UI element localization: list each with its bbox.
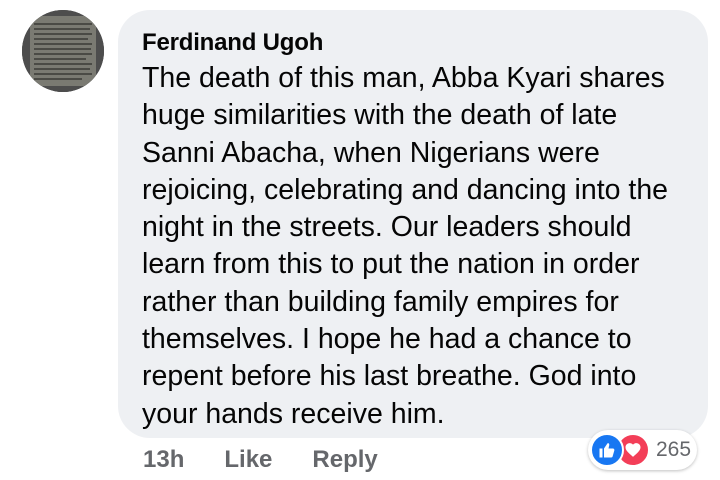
avatar-image xyxy=(22,10,104,92)
reaction-count: 265 xyxy=(656,438,692,461)
reactions-summary[interactable]: 265 xyxy=(588,430,698,470)
comment-text: The death of this man, Abba Kyari shares… xyxy=(142,60,707,433)
comment-actions: 13h Like Reply xyxy=(143,442,378,478)
comment-text-line: huge similarities with the death of late xyxy=(142,99,618,132)
reply-button[interactable]: Reply xyxy=(312,446,377,474)
comment-author[interactable]: Ferdinand Ugoh xyxy=(142,28,708,58)
comment-bubble: Ferdinand Ugoh The death of this man, Ab… xyxy=(118,10,708,438)
thumbs-up-icon xyxy=(590,433,624,467)
comment-text-line: repent before his last breathe. God into xyxy=(142,360,637,393)
comment-text-line: The death of this man, Abba Kyari shares xyxy=(142,62,665,94)
comment-text-line: rejoicing, celebrating and dancing into … xyxy=(142,173,669,206)
comment-text-line: themselves. I hope he had a chance to xyxy=(142,323,632,356)
comment-text-line: Sanni Abacha, when Nigerians were xyxy=(142,136,600,169)
comment-timestamp[interactable]: 13h xyxy=(143,446,184,474)
avatar[interactable] xyxy=(22,10,104,92)
comment-text-line: your hands receive him. xyxy=(142,397,445,430)
like-button[interactable]: Like xyxy=(224,446,272,474)
comment-text-line: night in the streets. Our leaders should xyxy=(142,211,632,244)
comment-text-line: learn from this to put the nation in ord… xyxy=(142,248,640,281)
comment-text-line: rather than building family empires for xyxy=(142,285,619,318)
